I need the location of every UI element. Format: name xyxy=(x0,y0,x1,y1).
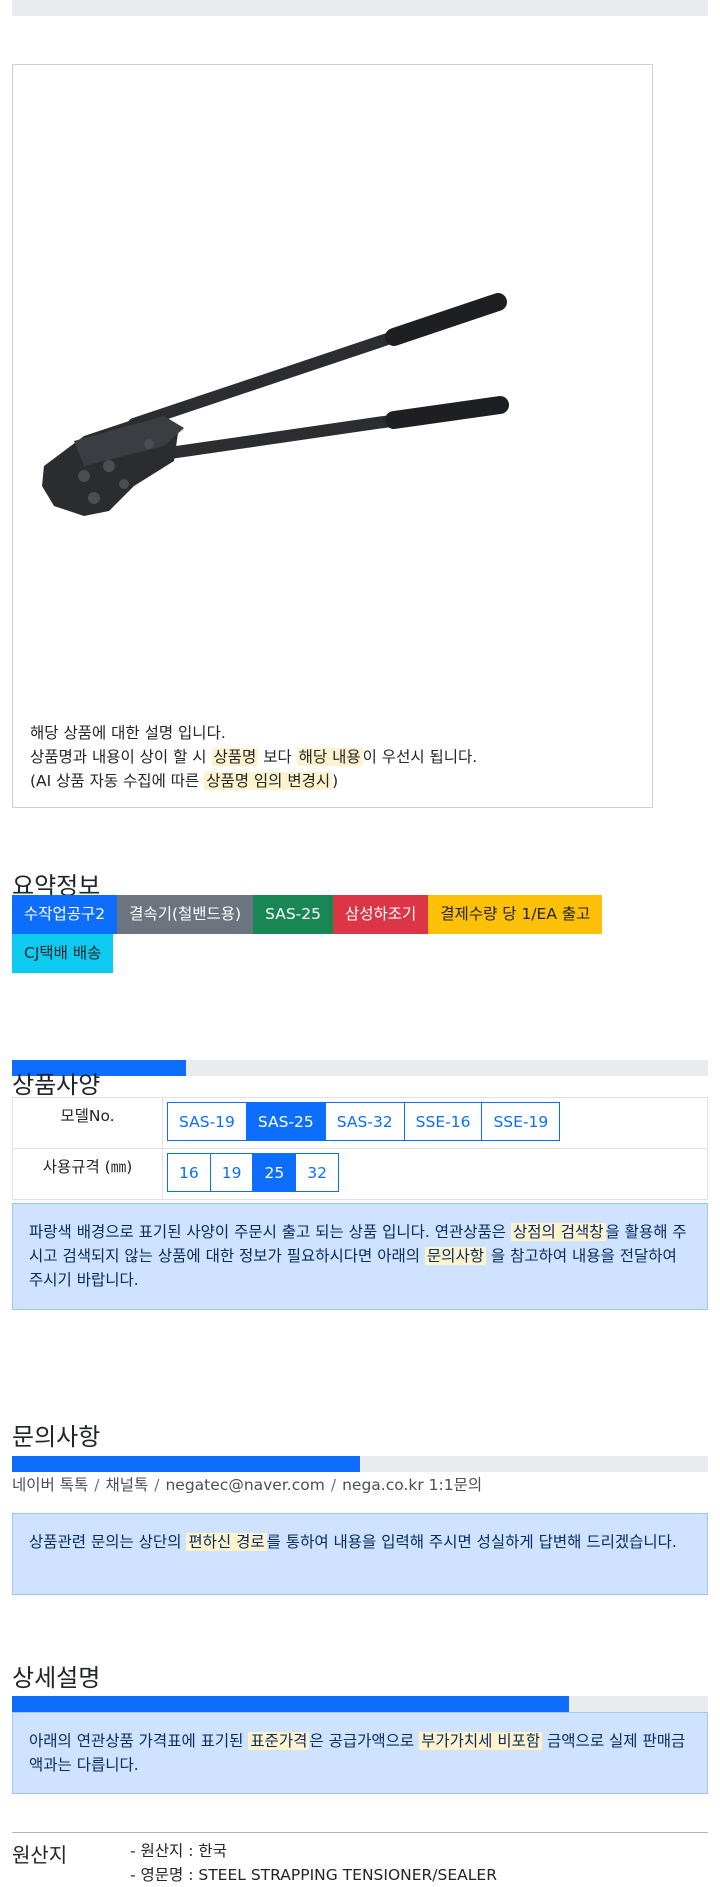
notice-text: 를 통하여 내용을 입력해 주시면 성실하게 답변해 드리겠습니다. xyxy=(266,1533,677,1551)
badge-category[interactable]: 수작업공구2 xyxy=(12,895,118,934)
contact-site-inquiry[interactable]: nega.co.kr 1:1문의 xyxy=(342,1476,482,1494)
model-option[interactable]: SSE-16 xyxy=(403,1102,483,1141)
model-option[interactable]: SAS-19 xyxy=(167,1102,247,1141)
spec-title: 상품사양 xyxy=(12,1071,101,1099)
origin-list: - 원산지 : 한국 - 영문명 : STEEL STRAPPING TENSI… xyxy=(130,1839,497,1887)
contact-email[interactable]: negatec@naver.com xyxy=(165,1476,324,1494)
spec-row-model: 모델No. SAS-19 SAS-25 SAS-32 SSE-16 SSE-19 xyxy=(12,1097,708,1149)
notice-text: 파랑색 배경으로 표기된 사양이 주문시 출고 되는 상품 입니다. 연관상품은 xyxy=(29,1223,511,1241)
size-label: 사용규격 (㎜) xyxy=(12,1148,163,1200)
size-option[interactable]: 19 xyxy=(209,1153,254,1192)
detail-progress xyxy=(12,1696,708,1712)
product-description: 해당 상품에 대한 설명 입니다. 상품명과 내용이 상이 할 시 상품명 보다… xyxy=(30,721,477,793)
highlight-standard-price: 표준가격 xyxy=(248,1732,310,1750)
badge-type[interactable]: 결속기(철밴드용) xyxy=(117,895,254,934)
separator: / xyxy=(330,1476,337,1494)
contact-channel-talk[interactable]: 채널톡 xyxy=(105,1476,148,1494)
model-option-selected[interactable]: SAS-25 xyxy=(245,1102,326,1141)
desc-text: 이 우선시 됩니다. xyxy=(362,748,478,766)
separator: / xyxy=(94,1476,100,1494)
inquiry-progress xyxy=(12,1456,708,1472)
size-option-selected[interactable]: 25 xyxy=(252,1153,297,1192)
size-option[interactable]: 16 xyxy=(167,1153,211,1192)
product-image[interactable] xyxy=(14,66,651,706)
badge-model[interactable]: SAS-25 xyxy=(253,895,333,934)
inquiry-notice: 상품관련 문의는 상단의 편하신 경로 를 통하여 내용을 입력해 주시면 성실하… xyxy=(12,1513,708,1595)
origin-country: - 원산지 : 한국 xyxy=(130,1842,227,1860)
size-option[interactable]: 32 xyxy=(295,1153,339,1192)
desc-line-1: 해당 상품에 대한 설명 입니다. xyxy=(30,724,226,742)
desc-text: (AI 상품 자동 수집에 따른 xyxy=(30,772,205,790)
inquiry-progress-fill xyxy=(12,1456,360,1472)
notice-text: 은 공급가액으로 xyxy=(309,1732,420,1750)
highlight-content: 해당 내용 xyxy=(296,748,363,766)
badge-quantity[interactable]: 결제수량 당 1/EA 출고 xyxy=(428,895,603,934)
detail-progress-fill xyxy=(12,1696,569,1712)
origin-title: 원산지 xyxy=(12,1843,68,1867)
inquiry-title: 문의사항 xyxy=(12,1423,101,1451)
model-option[interactable]: SSE-19 xyxy=(481,1102,561,1141)
desc-line-3: (AI 상품 자동 수집에 따른 상품명 임의 변경시) xyxy=(30,769,477,793)
top-progress-bar xyxy=(12,0,708,16)
size-options: 16 19 25 32 xyxy=(162,1148,708,1200)
separator: / xyxy=(154,1476,160,1494)
detail-notice: 아래의 연관상품 가격표에 표기된 표준가격 은 공급가액으로 부가가치세 비포함… xyxy=(12,1712,708,1794)
spec-row-size: 사용규격 (㎜) 16 19 25 32 xyxy=(12,1148,708,1200)
model-options: SAS-19 SAS-25 SAS-32 SSE-16 SSE-19 xyxy=(162,1097,708,1149)
highlight-search: 상점의 검색창 xyxy=(511,1223,606,1241)
highlight-route: 편하신 경로 xyxy=(186,1533,267,1551)
badge-shipping[interactable]: CJ택배 배송 xyxy=(12,934,114,973)
product-card: 해당 상품에 대한 설명 입니다. 상품명과 내용이 상이 할 시 상품명 보다… xyxy=(12,64,653,808)
spec-table: 모델No. SAS-19 SAS-25 SAS-32 SSE-16 SSE-19… xyxy=(12,1097,708,1200)
model-option[interactable]: SAS-32 xyxy=(324,1102,405,1141)
contact-naver-talk[interactable]: 네이버 톡톡 xyxy=(12,1476,88,1494)
contact-channels: 네이버 톡톡 / 채널톡 / negatec@naver.com / nega.co.kr … xyxy=(12,1473,482,1495)
summary-badges: 수작업공구2 결속기(철밴드용) SAS-25 삼성하조기 결제수량 당 1/E… xyxy=(12,895,662,973)
highlight-rename: 상품명 임의 변경시 xyxy=(204,772,333,790)
desc-text: 상품명과 내용이 상이 할 시 xyxy=(30,748,212,766)
origin-english-name: - 영문명 : STEEL STRAPPING TENSIONER/SEALER xyxy=(130,1866,497,1884)
notice-text: 아래의 연관상품 가격표에 표기된 xyxy=(29,1732,249,1750)
highlight-vat-excluded: 부가가치세 비포함 xyxy=(419,1732,543,1750)
notice-text: 상품관련 문의는 상단의 xyxy=(29,1533,187,1551)
detail-title: 상세설명 xyxy=(12,1664,101,1692)
highlight-inquiry: 문의사항 xyxy=(424,1247,486,1265)
summary-progress xyxy=(12,1060,708,1076)
model-label: 모델No. xyxy=(12,1097,163,1149)
desc-text: ) xyxy=(332,772,339,790)
badge-brand[interactable]: 삼성하조기 xyxy=(332,895,429,934)
highlight-product-name: 상품명 xyxy=(211,748,259,766)
desc-line-2: 상품명과 내용이 상이 할 시 상품명 보다 해당 내용 이 우선시 됩니다. xyxy=(30,745,477,769)
desc-text: 보다 xyxy=(258,748,297,766)
spec-notice: 파랑색 배경으로 표기된 사양이 주문시 출고 되는 상품 입니다. 연관상품은… xyxy=(12,1203,708,1310)
origin-section: 원산지 - 원산지 : 한국 - 영문명 : STEEL STRAPPING T… xyxy=(12,1832,708,1884)
